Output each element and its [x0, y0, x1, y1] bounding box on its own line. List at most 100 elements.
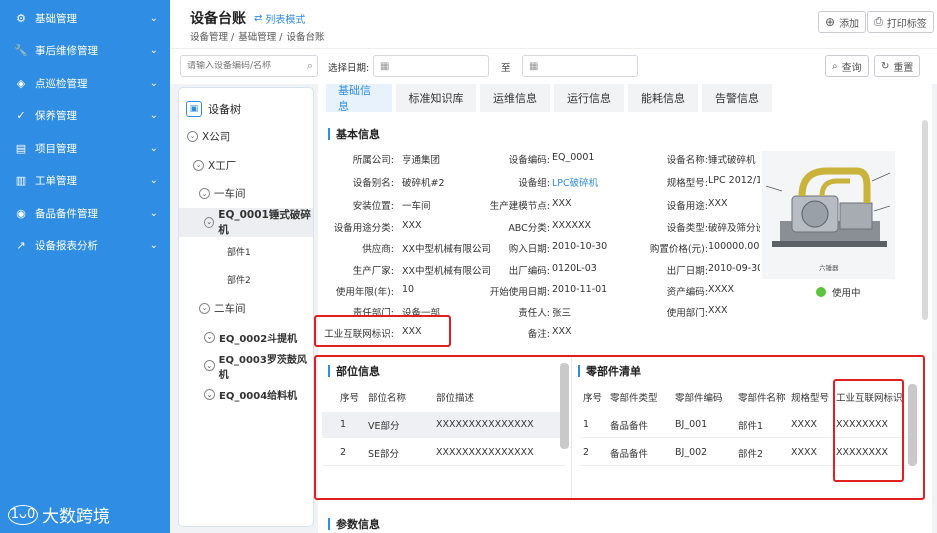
tree-node-label: EQ_0001锤式破碎机: [218, 209, 311, 237]
tree-node[interactable]: ⌄ X工厂: [179, 151, 313, 180]
table-cell: 备品备件: [610, 420, 649, 432]
field-value: XXX: [552, 326, 572, 337]
tree-node[interactable]: ⌄ 二车间: [179, 294, 313, 323]
collapse-icon[interactable]: ⌄: [204, 389, 215, 401]
tab-bar: 基础信息 标准知识库 运维信息 运行信息 能耗信息 告警信息: [326, 84, 772, 114]
field-value: EQ_0001: [552, 152, 595, 163]
field-label: 购入日期:: [508, 244, 550, 255]
tree-node-label: EQ_0004给料机: [219, 391, 298, 403]
breadcrumb-item[interactable]: 设备管理 /: [190, 29, 234, 43]
field-label: 设备别名:: [352, 178, 394, 189]
status-text: 使用中: [832, 288, 861, 299]
main-scrollbar[interactable]: [922, 120, 928, 320]
plus-circle-icon: ⊕: [825, 15, 836, 29]
sidebar-item-4[interactable]: ▤ 项目管理 ⌄: [0, 132, 170, 165]
tree-node[interactable]: 部件2: [179, 265, 313, 294]
list-mode-link[interactable]: ⇄ 列表模式: [254, 11, 305, 26]
sidebar-item-7[interactable]: ↗ 设备报表分析 ⌄: [0, 230, 170, 263]
table-cell: BJ_002: [675, 447, 708, 458]
table-cell: 2: [340, 447, 347, 458]
tree-node[interactable]: ⌄ 一车间: [179, 179, 313, 208]
field-value: XXX: [708, 305, 728, 316]
field-label: 出厂日期:: [666, 266, 708, 277]
field-value: 100000.00: [708, 241, 760, 252]
tree-node[interactable]: ⌄ EQ_0002斗提机: [179, 323, 313, 352]
column-header: 部位名称: [368, 393, 407, 404]
field-label: 安装位置:: [352, 201, 394, 212]
table-row[interactable]: 1 VE部分 XXXXXXXXXXXXXXX: [322, 412, 566, 438]
sidebar-item-1[interactable]: 🔧 事后维修管理 ⌄: [0, 35, 170, 68]
field-value: 2010-09-30: [708, 263, 760, 274]
field-value: 亨通集团: [402, 155, 441, 166]
sidebar-item-label: 设备报表分析: [35, 240, 98, 253]
tree-node[interactable]: 部件1: [179, 237, 313, 266]
printer-icon: ⎙: [874, 15, 883, 28]
breadcrumb-item[interactable]: 基础管理 /: [238, 29, 282, 43]
collapse-icon[interactable]: ⌄: [199, 302, 210, 314]
collapse-icon[interactable]: ⌄: [193, 159, 204, 171]
field-label: 设备编码:: [508, 155, 550, 166]
sidebar-item-0[interactable]: ⚙ 基础管理 ⌄: [0, 2, 170, 35]
chevron-down-icon: ⌄: [149, 110, 158, 122]
table-cell: 1: [583, 419, 590, 430]
tree-icon: ▣: [186, 101, 202, 117]
query-button[interactable]: ⌕ 查询: [825, 55, 869, 77]
highlight-box-iot-column: [833, 379, 904, 482]
collapse-icon[interactable]: ⌄: [204, 360, 215, 372]
tab-5[interactable]: 告警信息: [702, 84, 772, 112]
tab-0[interactable]: 基础信息: [326, 84, 392, 113]
chevron-down-icon: ⌄: [149, 240, 158, 252]
field-value: 2010-11-01: [552, 284, 608, 295]
components-list-title-text: 零部件清单: [586, 365, 641, 378]
search-input[interactable]: [187, 61, 307, 71]
table-row[interactable]: 2 SE部分 XXXXXXXXXXXXXXX: [322, 440, 566, 466]
sidebar-item-label: 备品备件管理: [35, 207, 98, 220]
sidebar-item-5[interactable]: ▥ 工单管理 ⌄: [0, 165, 170, 198]
tree-header: ▣ 设备树: [179, 88, 313, 122]
reset-button[interactable]: ↻ 重置: [874, 55, 921, 77]
tree-node[interactable]: ⌄ EQ_0003罗茨鼓风机: [179, 352, 313, 381]
shield-icon: ◈: [16, 76, 26, 90]
field-label: ABC分类:: [508, 223, 550, 234]
tree-node[interactable]: ⌄ EQ_0004给料机: [179, 380, 313, 409]
field-value[interactable]: LPC破碎机: [552, 175, 624, 189]
document-icon: ▤: [15, 141, 27, 155]
table-cell: 部件2: [738, 448, 764, 460]
tab-3[interactable]: 运行信息: [554, 84, 624, 112]
column-header: 规格型号: [791, 393, 830, 404]
column-header: 零部件类型: [610, 393, 658, 404]
start-date-input[interactable]: ▦: [373, 55, 489, 77]
field-value: 10: [402, 284, 415, 295]
tab-2[interactable]: 运维信息: [480, 84, 550, 112]
tree-node[interactable]: ⌄ EQ_0001锤式破碎机: [179, 208, 313, 237]
sidebar-item-2[interactable]: ◈ 点巡检管理 ⌄: [0, 67, 170, 100]
tree-node[interactable]: ⌄ X公司: [179, 122, 313, 151]
section-accent-bar: [328, 518, 330, 530]
tab-1[interactable]: 标准知识库: [396, 84, 476, 112]
components-scrollbar[interactable]: [908, 384, 917, 466]
parts-scrollbar[interactable]: [560, 363, 569, 449]
field-value: 0120L-03: [552, 263, 597, 274]
tree-title: 设备树: [208, 103, 241, 116]
sidebar-item-6[interactable]: ◉ 备品备件管理 ⌄: [0, 197, 170, 230]
end-date-input[interactable]: ▦: [522, 55, 638, 77]
basic-info-title: 基本信息: [328, 126, 380, 142]
collapse-icon[interactable]: ⌄: [204, 331, 215, 343]
collapse-icon[interactable]: ⌄: [187, 130, 198, 142]
table-cell: 1: [340, 419, 347, 430]
table-cell: 2: [583, 447, 590, 458]
tab-4[interactable]: 能耗信息: [628, 84, 698, 112]
add-button[interactable]: ⊕ 添加: [818, 11, 867, 33]
field-label: 生产厂家:: [352, 266, 394, 277]
collapse-icon[interactable]: ⌄: [199, 188, 210, 200]
search-icon[interactable]: ⌕: [307, 59, 313, 73]
print-label-button[interactable]: ⎙ 打印标签: [867, 11, 934, 33]
sidebar-item-label: 项目管理: [35, 142, 77, 155]
field-value: XXXXXX: [552, 220, 592, 231]
table-cell: XXXX: [791, 419, 818, 430]
sidebar-item-3[interactable]: ✓ 保养管理 ⌄: [0, 100, 170, 133]
field-value: 破碎及筛分设备: [708, 223, 760, 234]
collapse-icon[interactable]: ⌄: [204, 216, 215, 228]
sidebar-item-label: 工单管理: [35, 175, 77, 188]
check-circle-icon: ✓: [16, 109, 26, 123]
